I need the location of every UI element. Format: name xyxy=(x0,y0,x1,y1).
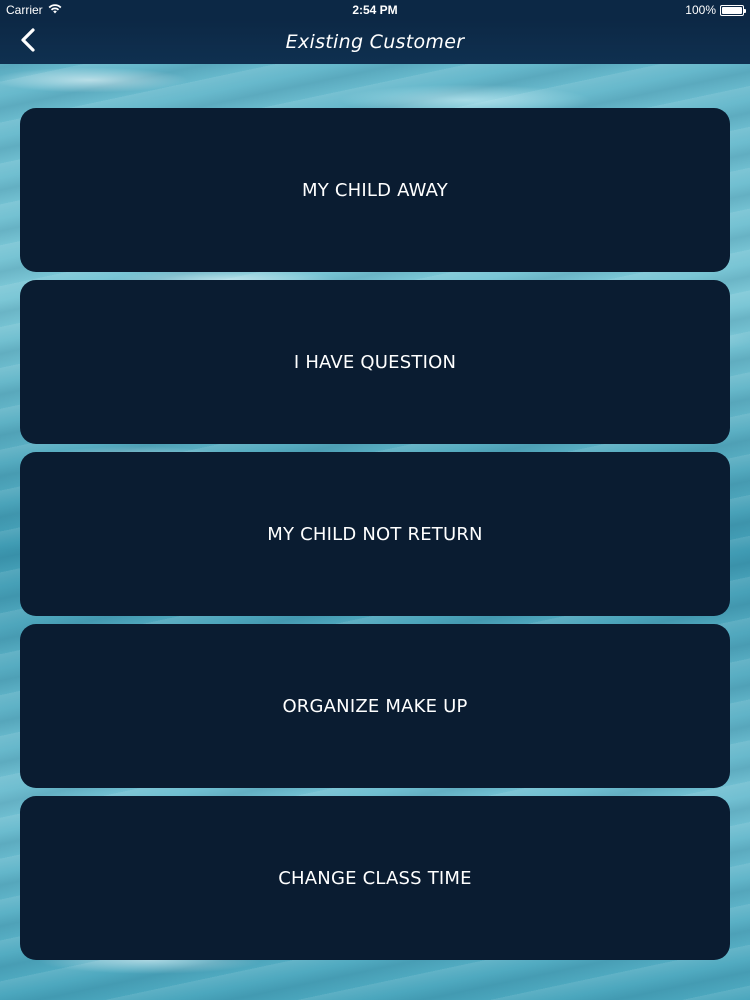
battery-icon xyxy=(720,4,746,16)
navigation-bar: Existing Customer xyxy=(0,20,750,64)
my-child-not-return-button[interactable]: MY CHILD NOT RETURN xyxy=(20,452,730,616)
status-time: 2:54 PM xyxy=(352,3,398,17)
i-have-question-button[interactable]: I HAVE QUESTION xyxy=(20,280,730,444)
battery-percent: 100% xyxy=(685,3,716,17)
menu-button-label: CHANGE CLASS TIME xyxy=(278,867,472,889)
organize-make-up-button[interactable]: ORGANIZE MAKE UP xyxy=(20,624,730,788)
change-class-time-button[interactable]: CHANGE CLASS TIME xyxy=(20,796,730,960)
menu-list: MY CHILD AWAY I HAVE QUESTION MY CHILD N… xyxy=(20,108,730,968)
back-button[interactable] xyxy=(10,24,46,60)
menu-button-label: MY CHILD NOT RETURN xyxy=(267,523,483,545)
status-bar: Carrier 2:54 PM 100% xyxy=(0,0,750,20)
battery-fill xyxy=(722,6,742,14)
battery-tip xyxy=(744,8,746,13)
chevron-left-icon xyxy=(19,27,37,57)
status-right: 100% xyxy=(685,3,746,17)
page-title: Existing Customer xyxy=(285,31,465,53)
my-child-away-button[interactable]: MY CHILD AWAY xyxy=(20,108,730,272)
menu-button-label: I HAVE QUESTION xyxy=(293,351,457,373)
menu-button-label: MY CHILD AWAY xyxy=(302,179,448,201)
menu-button-label: ORGANIZE MAKE UP xyxy=(282,695,468,717)
